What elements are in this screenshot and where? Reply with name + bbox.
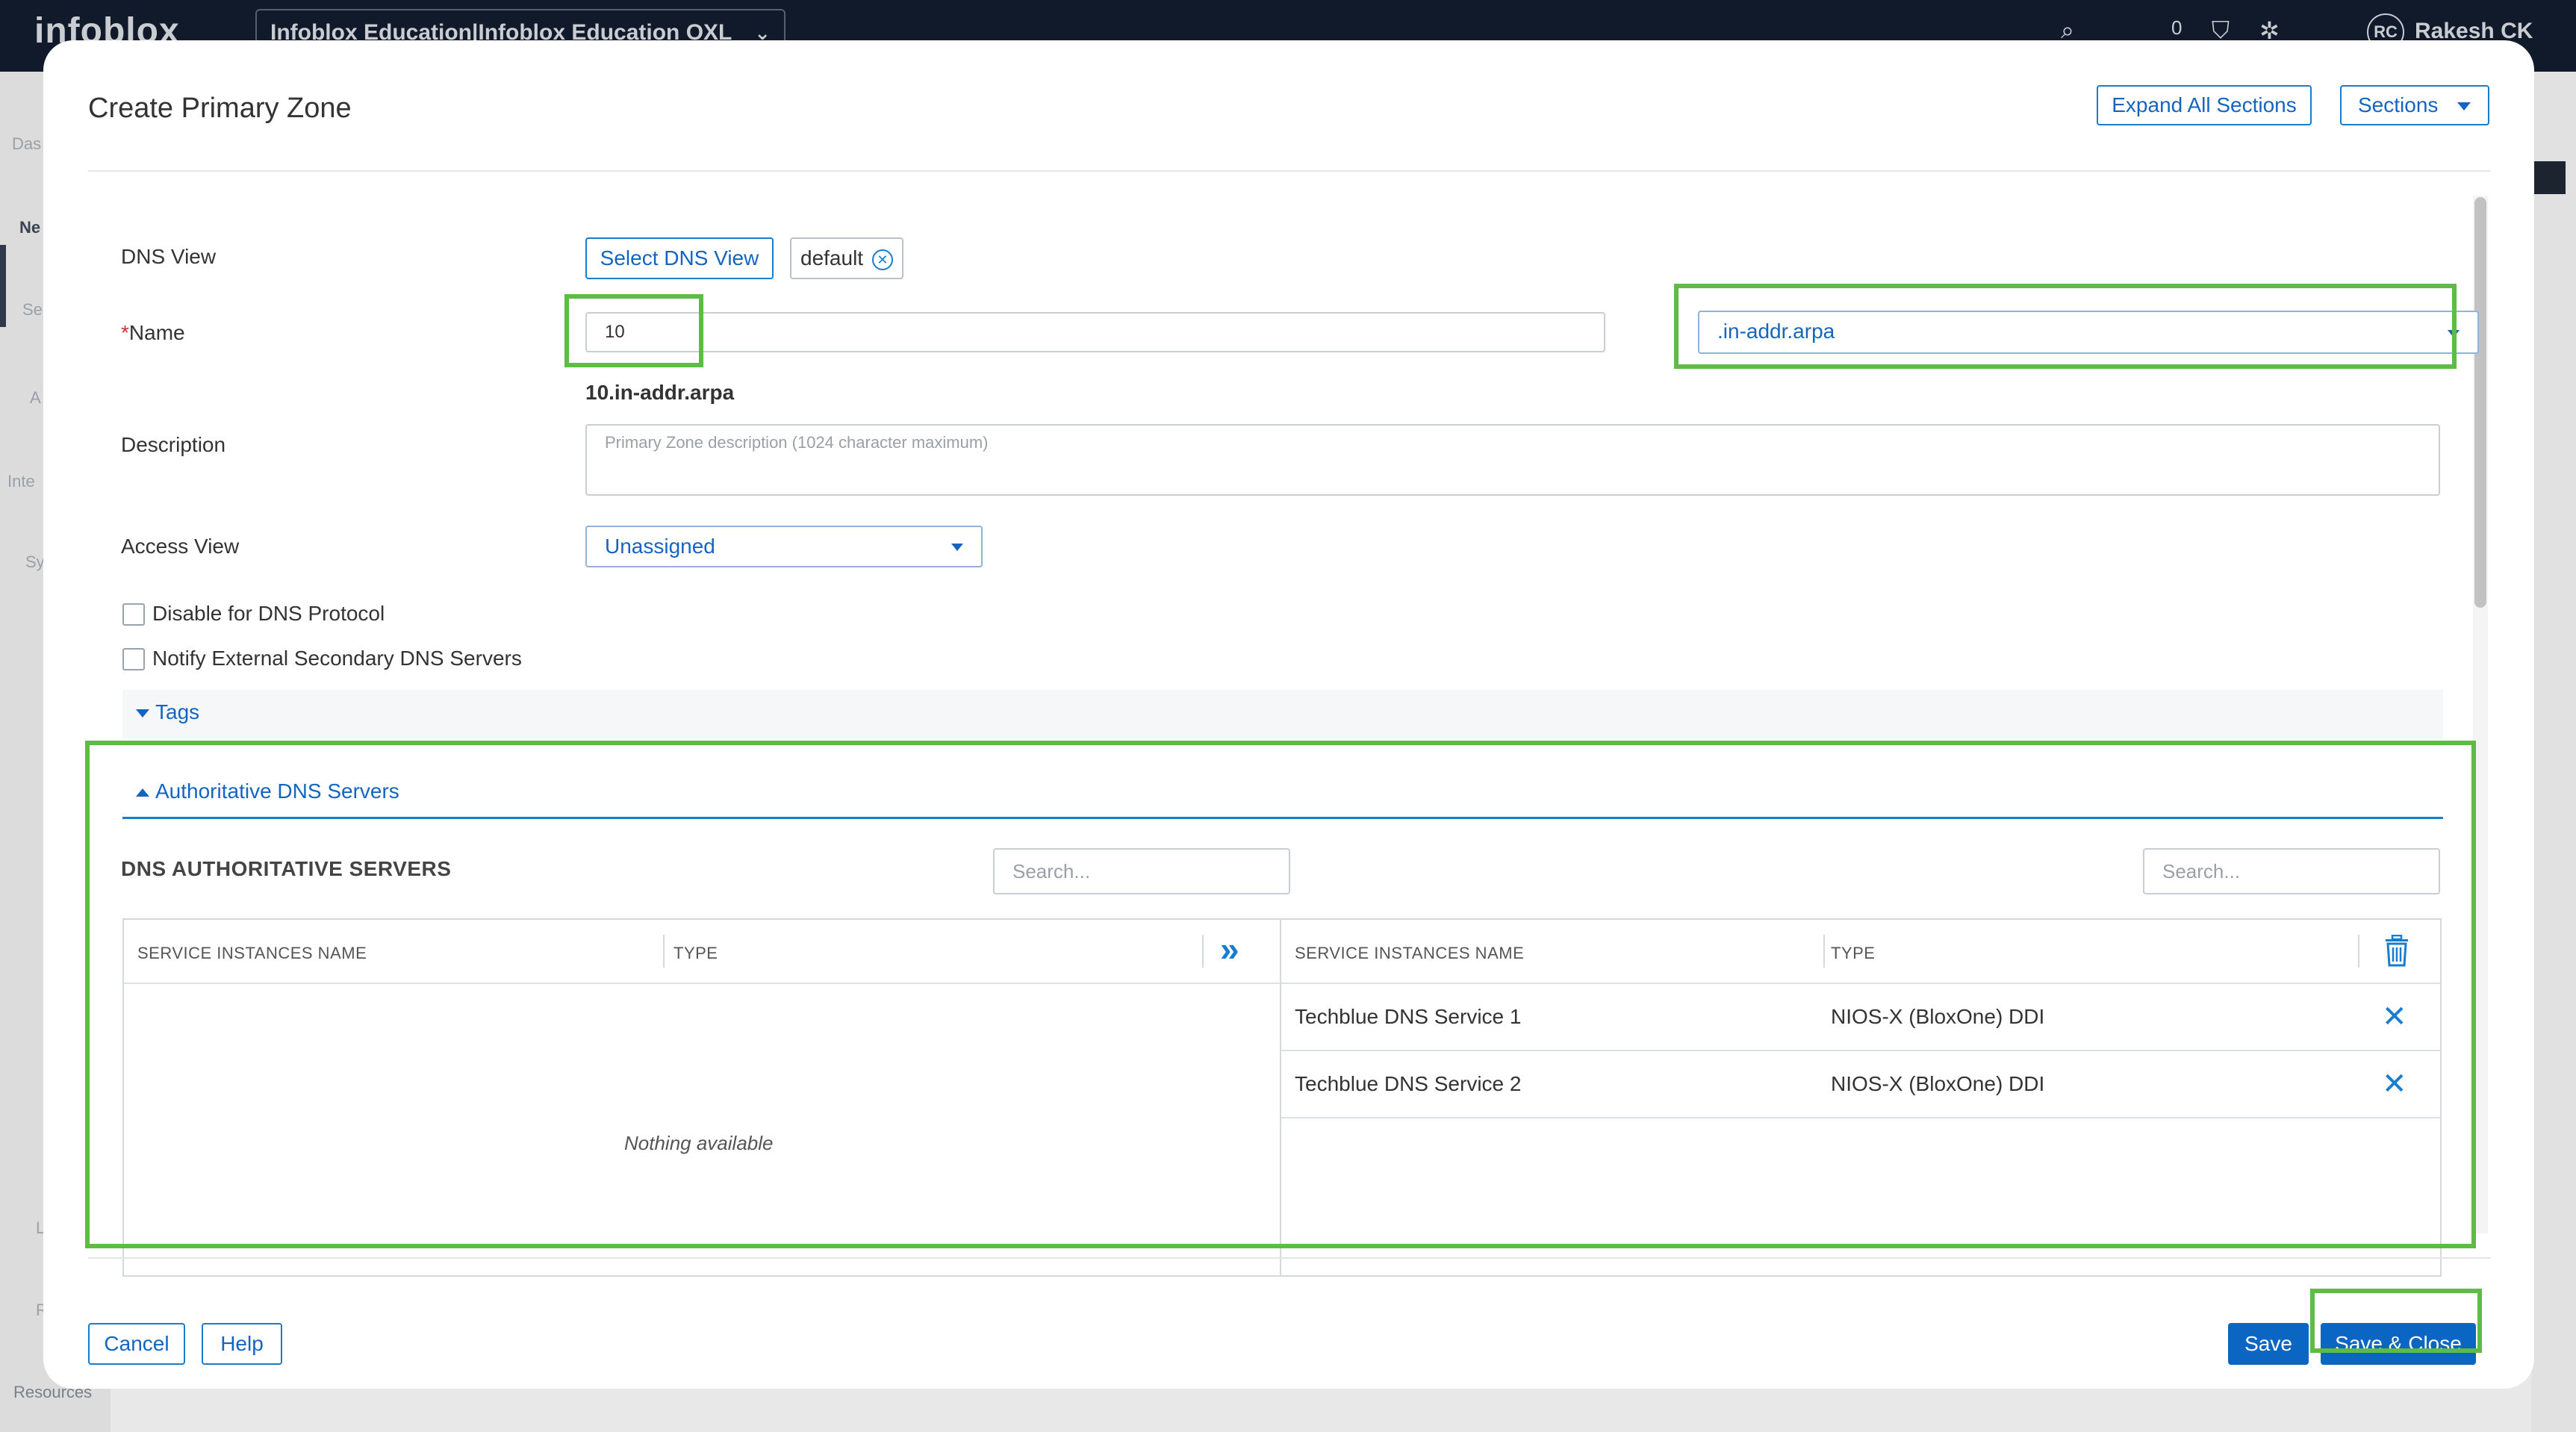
cancel-button[interactable]: Cancel: [88, 1323, 185, 1365]
name-label-text: Name: [128, 321, 185, 344]
left-nav-item[interactable]: Sy: [25, 552, 45, 572]
access-view-select[interactable]: Unassigned: [585, 526, 983, 567]
background-right-edge: [2531, 72, 2576, 1432]
left-nav-selected-marker: [0, 245, 6, 327]
name-input[interactable]: 10: [585, 312, 1605, 352]
tags-section-bar[interactable]: [122, 690, 2443, 739]
sections-label: Sections: [2358, 93, 2439, 116]
user-name: Rakesh CK: [2415, 18, 2533, 43]
remove-tag-icon[interactable]: ✕: [871, 249, 893, 270]
highlight-save-close: [2310, 1289, 2482, 1353]
background-block: [2531, 161, 2566, 194]
required-mark: *: [121, 321, 129, 344]
expand-all-sections-button[interactable]: Expand All Sections: [2097, 85, 2312, 125]
caret-down-icon: [2457, 102, 2471, 111]
caret-down-icon: [951, 544, 963, 551]
sections-dropdown[interactable]: Sections: [2340, 85, 2489, 125]
access-view-label: Access View: [121, 535, 240, 558]
dialog-title: Create Primary Zone: [88, 93, 352, 124]
disable-dns-label[interactable]: Disable for DNS Protocol: [152, 602, 385, 626]
scrollbar-thumb[interactable]: [2474, 197, 2486, 608]
access-view-value: Unassigned: [605, 535, 715, 558]
left-nav-item[interactable]: Das: [12, 134, 41, 154]
footer-divider: [88, 1257, 2491, 1259]
expand-icon: [136, 709, 149, 718]
notify-secondary-checkbox[interactable]: [122, 648, 145, 670]
highlight-name-field: [564, 294, 703, 367]
description-label: Description: [121, 433, 226, 456]
notification-count[interactable]: 0: [2171, 16, 2182, 40]
fqdn-preview: 10.in-addr.arpa: [585, 381, 735, 404]
highlight-authoritative-servers: [85, 741, 2476, 1248]
save-button[interactable]: Save: [2228, 1323, 2309, 1365]
help-button[interactable]: Help: [202, 1323, 282, 1365]
header-divider: [88, 170, 2491, 172]
left-nav-item[interactable]: Ne: [19, 218, 40, 237]
left-nav-item[interactable]: A: [30, 388, 41, 408]
dns-view-tag: default ✕: [790, 237, 903, 279]
dns-view-tag-label: default: [800, 246, 864, 270]
disable-dns-checkbox[interactable]: [122, 603, 145, 626]
dns-view-label: DNS View: [121, 245, 217, 268]
highlight-zone-suffix: [1674, 284, 2457, 369]
select-dns-view-button[interactable]: Select DNS View: [585, 237, 774, 279]
name-label: *Name: [121, 321, 185, 345]
left-nav-item[interactable]: Se: [22, 300, 43, 320]
tags-section-toggle[interactable]: Tags: [136, 700, 199, 724]
notify-secondary-label[interactable]: Notify External Secondary DNS Servers: [152, 647, 522, 670]
left-nav-item[interactable]: Inte: [7, 472, 35, 491]
description-placeholder: Primary Zone description (1024 character…: [605, 433, 989, 452]
description-textarea[interactable]: Primary Zone description (1024 character…: [585, 424, 2440, 496]
tags-section-label: Tags: [155, 700, 200, 723]
